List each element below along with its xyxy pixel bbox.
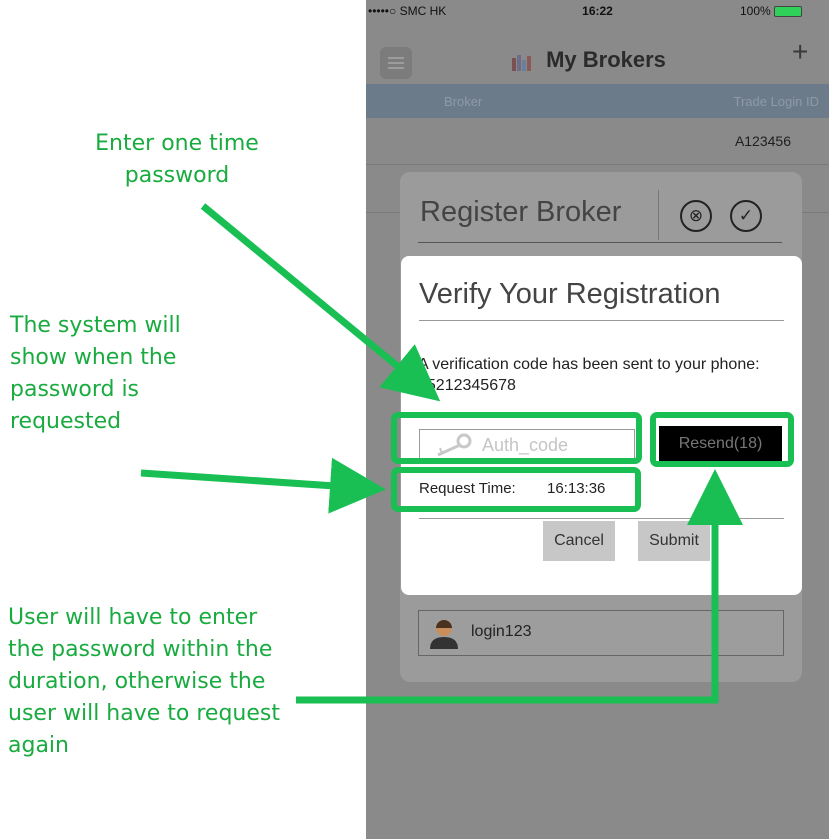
arrow-to-resend-button xyxy=(296,469,743,704)
arrow-to-auth-input xyxy=(200,203,441,402)
annotation-arrows xyxy=(140,203,743,704)
arrow-to-request-time xyxy=(140,457,386,514)
